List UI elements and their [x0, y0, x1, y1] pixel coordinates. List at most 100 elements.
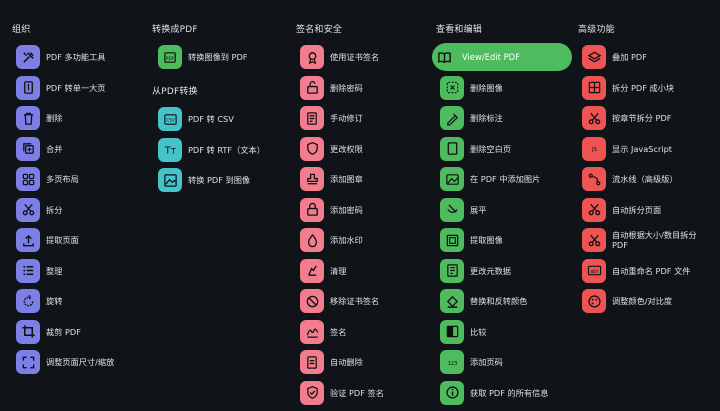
tool-organize-3[interactable]: 合并 — [16, 136, 62, 162]
tool-security-3[interactable]: 更改权限 — [300, 136, 363, 162]
tool-security-1[interactable]: 删除密码 — [300, 75, 363, 101]
tool-advanced-4[interactable]: 流水线（高级版） — [582, 166, 678, 192]
tool-to-pdf-0-label: 转换图像到 PDF — [188, 52, 248, 62]
tool-organize-9[interactable]: 裁剪 PDF — [16, 319, 81, 345]
tool-security-11-label: 验证 PDF 签名 — [330, 387, 384, 398]
tool-organize-2[interactable]: 删除 — [16, 105, 62, 131]
tool-to-pdf-0[interactable]: PDF 转换图像到 PDF — [158, 44, 248, 70]
tool-edit-0-label: 删除图像 — [470, 82, 503, 93]
tool-from-pdf-0[interactable]: CSV PDF 转 CSV — [158, 106, 234, 132]
auto-redact-icon — [300, 350, 324, 374]
tool-organize-1[interactable]: PDF 转单一大页 — [16, 75, 106, 101]
tool-advanced-0[interactable]: 叠加 PDF — [582, 44, 647, 70]
tool-edit-2-label: 删除空白页 — [470, 143, 511, 154]
tool-security-10[interactable]: 自动删除 — [300, 349, 363, 375]
flatten-icon — [440, 197, 464, 222]
heading-convert-from-pdf: 从PDF转换 — [152, 87, 198, 97]
info-icon — [440, 380, 464, 405]
tool-organize-5-label: 拆分 — [46, 204, 63, 215]
tool-security-6[interactable]: 添加水印 — [300, 227, 363, 253]
remove-image-icon — [440, 75, 464, 100]
tool-security-6-label: 添加水印 — [330, 235, 363, 245]
shield-icon — [300, 136, 324, 161]
tool-edit-3[interactable]: 在 PDF 中添加图片 — [440, 166, 540, 192]
tool-organize-5[interactable]: 拆分 — [16, 197, 62, 223]
tool-advanced-5[interactable]: 自动拆分页面 — [582, 197, 661, 223]
text-icon: Tт — [158, 137, 182, 162]
tool-organize-6-label: 提取页面 — [46, 235, 79, 245]
add-image-icon — [440, 167, 464, 191]
tool-security-11[interactable]: 验证 PDF 签名 — [300, 380, 384, 406]
tool-edit-8[interactable]: 比较 — [440, 319, 486, 345]
heading-organize: 组织 — [12, 25, 31, 35]
upload-icon — [16, 228, 40, 252]
tool-advanced-3[interactable]: JS 显示 JavaScript — [582, 136, 672, 162]
tool-from-pdf-1[interactable]: Tт PDF 转 RTF（文本） — [158, 137, 265, 163]
tool-security-0[interactable]: 使用证书签名 — [300, 44, 379, 70]
tool-edit-2[interactable]: 删除空白页 — [440, 136, 511, 162]
tool-from-pdf-1-label: PDF 转 RTF（文本） — [188, 144, 265, 155]
tool-security-2-label: 手动修订 — [330, 113, 363, 123]
auto-split-icon — [582, 197, 606, 222]
tool-security-2[interactable]: 手动修订 — [300, 105, 363, 131]
tool-advanced-8[interactable]: 调整颜色/对比度 — [582, 288, 672, 314]
stamp-icon — [300, 167, 324, 191]
svg-text:CSV: CSV — [166, 117, 175, 122]
tool-advanced-6[interactable]: 自动根据大小/数目拆分 PDF — [582, 227, 712, 253]
tool-edit-4[interactable]: 展平 — [440, 197, 486, 223]
tool-advanced-8-label: 调整颜色/对比度 — [612, 296, 673, 306]
tool-organize-4[interactable]: 多页布局 — [16, 166, 79, 192]
compare-icon — [440, 319, 464, 344]
contrast-icon — [582, 289, 606, 313]
tool-organize-8-label: 旋转 — [46, 296, 63, 306]
tool-security-4-label: 添加图章 — [330, 174, 363, 184]
tool-security-9[interactable]: 签名 — [300, 319, 346, 345]
tool-organize-0-label: PDF 多功能工具 — [46, 52, 106, 62]
tool-organize-6[interactable]: 提取页面 — [16, 227, 79, 253]
tool-organize-7[interactable]: 整理 — [16, 258, 62, 284]
tool-organize-10-label: 调整页面尺寸/缩放 — [46, 357, 115, 367]
tool-edit-5[interactable]: 提取图像 — [440, 227, 503, 253]
view-edit-pdf-button[interactable]: View/Edit PDF — [432, 43, 572, 71]
tool-edit-10[interactable]: 获取 PDF 的所有信息 — [440, 380, 548, 406]
tool-security-1-label: 删除密码 — [330, 82, 363, 93]
tools-panel: 组织 转换成PDF 从PDF转换 签名和安全 查看和编辑 View/Edit P… — [0, 0, 720, 411]
split-chapter-icon — [582, 106, 606, 130]
rename-icon: abI — [582, 258, 606, 283]
image-to-pdf-icon: PDF — [158, 45, 182, 69]
blank-page-icon — [440, 136, 464, 161]
tool-edit-4-label: 展平 — [470, 204, 487, 215]
paint-icon — [440, 289, 464, 313]
tool-advanced-6-label: 自动根据大小/数目拆分 PDF — [612, 230, 697, 250]
page-numbers-icon: 123 — [440, 350, 464, 374]
tool-organize-10[interactable]: 调整页面尺寸/缩放 — [16, 349, 114, 375]
scissors-icon — [16, 197, 40, 222]
tool-security-8[interactable]: 移除证书签名 — [300, 288, 379, 314]
tool-edit-9[interactable]: 123 添加页码 — [440, 349, 503, 375]
tool-edit-0[interactable]: 删除图像 — [440, 75, 503, 101]
tool-organize-0[interactable]: PDF 多功能工具 — [16, 44, 106, 70]
tool-from-pdf-2[interactable]: 转换 PDF 到图像 — [158, 167, 250, 193]
tool-advanced-0-label: 叠加 PDF — [612, 52, 647, 62]
tool-edit-6[interactable]: 更改元数据 — [440, 258, 511, 284]
heading-view-edit: 查看和编辑 — [436, 25, 483, 35]
tool-from-pdf-2-label: 转换 PDF 到图像 — [188, 175, 251, 185]
tool-advanced-7[interactable]: abI 自动重命名 PDF 文件 — [582, 258, 690, 284]
tool-security-4[interactable]: 添加图章 — [300, 166, 363, 192]
single-page-icon — [16, 75, 40, 100]
tool-security-10-label: 自动删除 — [330, 357, 363, 367]
tool-edit-10-label: 获取 PDF 的所有信息 — [470, 387, 549, 398]
tool-security-7[interactable]: 清理 — [300, 258, 346, 284]
grid-icon — [16, 167, 40, 191]
crop-icon — [16, 319, 40, 344]
tool-organize-2-label: 删除 — [46, 113, 63, 123]
tool-edit-1[interactable]: 删除标注 — [440, 105, 503, 131]
tool-security-5[interactable]: 添加密码 — [300, 197, 363, 223]
tool-edit-7[interactable]: 替换和反转颜色 — [440, 288, 527, 314]
tool-advanced-2[interactable]: 按章节拆分 PDF — [582, 105, 672, 131]
tool-organize-8[interactable]: 旋转 — [16, 288, 62, 314]
tools-icon — [16, 45, 40, 69]
tool-advanced-1[interactable]: 拆分 PDF 成小块 — [582, 75, 674, 101]
tool-advanced-2-label: 按章节拆分 PDF — [612, 113, 672, 123]
redact-icon — [300, 106, 324, 130]
